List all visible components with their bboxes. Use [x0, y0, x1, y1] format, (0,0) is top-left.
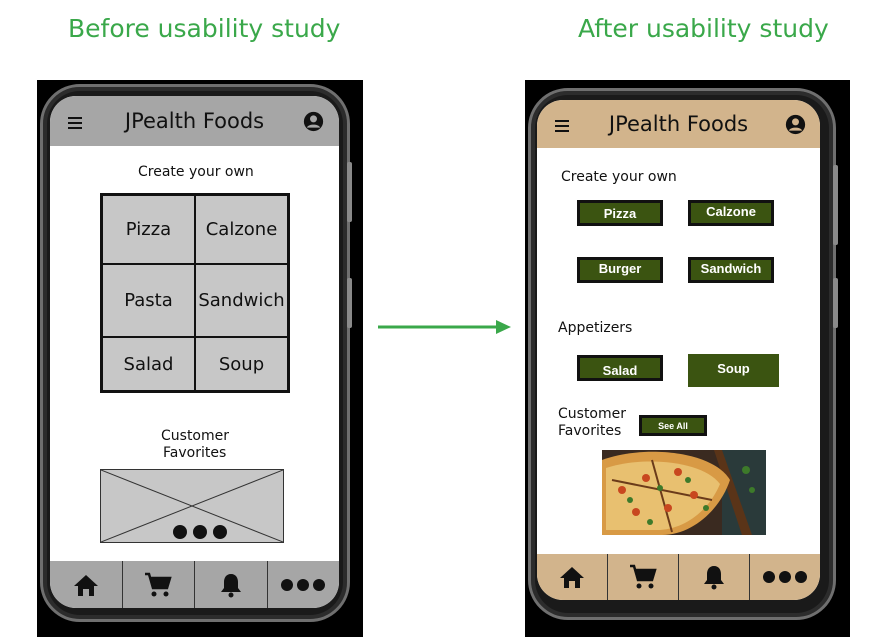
before-side-button-lower [347, 278, 352, 328]
before-item-sandwich[interactable]: Sandwich [195, 264, 288, 337]
before-item-calzone[interactable]: Calzone [195, 195, 288, 264]
bell-icon [220, 573, 241, 597]
nav-cart[interactable] [123, 561, 195, 608]
before-item-pasta[interactable]: Pasta [102, 264, 195, 337]
favorite-pizza-image[interactable] [602, 450, 766, 535]
see-all-button[interactable]: See All [639, 415, 707, 436]
after-favorites-label-line2: Favorites [558, 423, 622, 439]
before-app-bar: JPealth Foods [50, 96, 339, 146]
after-item-sandwich[interactable]: Sandwich [688, 257, 774, 283]
after-item-salad[interactable]: Salad [577, 355, 663, 381]
home-icon [73, 574, 98, 596]
nav-more[interactable] [750, 554, 820, 600]
after-app-bar: JPealth Foods [537, 100, 820, 148]
after-appetizers-label: Appetizers [558, 320, 633, 336]
nav-notifications[interactable] [195, 561, 268, 608]
account-icon[interactable] [785, 114, 806, 135]
before-screen: JPealth Foods Create your own Pizza Calz… [50, 96, 339, 608]
after-side-button-lower [833, 278, 838, 328]
cart-icon [630, 564, 657, 589]
nav-home[interactable] [50, 561, 123, 608]
carousel-dots[interactable] [173, 525, 227, 539]
after-heading: After usability study [578, 14, 829, 43]
after-app-title: JPealth Foods [608, 112, 749, 136]
before-menu-grid: Pizza Calzone Pasta Sandwich Salad Soup [100, 193, 290, 393]
before-item-salad[interactable]: Salad [102, 337, 195, 391]
before-heading: Before usability study [68, 14, 341, 43]
nav-notifications[interactable] [679, 554, 750, 600]
after-item-calzone[interactable]: Calzone [688, 200, 774, 226]
before-favorites-label-line2: Favorites [163, 445, 227, 461]
after-side-button [833, 165, 838, 245]
home-icon [560, 567, 584, 588]
before-after-arrow-icon [378, 320, 511, 334]
nav-home[interactable] [537, 554, 608, 600]
before-item-soup[interactable]: Soup [195, 337, 288, 391]
after-item-burger[interactable]: Burger [577, 257, 663, 283]
before-item-pizza[interactable]: Pizza [102, 195, 195, 264]
nav-more[interactable] [268, 561, 340, 608]
before-app-title: JPealth Foods [124, 109, 265, 133]
after-bottom-nav [537, 554, 820, 600]
after-screen: JPealth Foods Create your own Pizza Calz… [537, 100, 820, 600]
bell-icon [704, 566, 724, 590]
before-bottom-nav [50, 561, 339, 608]
after-item-pizza[interactable]: Pizza [577, 200, 663, 226]
after-favorites-label-line1: Customer [558, 406, 627, 422]
before-side-button [347, 162, 352, 222]
before-create-label: Create your own [138, 164, 254, 180]
cart-icon [145, 572, 172, 596]
more-icon [763, 571, 807, 583]
nav-cart[interactable] [608, 554, 679, 600]
account-icon[interactable] [303, 111, 324, 132]
before-favorites-label-line1: Customer [161, 428, 230, 444]
after-item-soup[interactable]: Soup [688, 354, 779, 387]
more-icon [281, 578, 326, 591]
after-create-label: Create your own [561, 169, 677, 185]
